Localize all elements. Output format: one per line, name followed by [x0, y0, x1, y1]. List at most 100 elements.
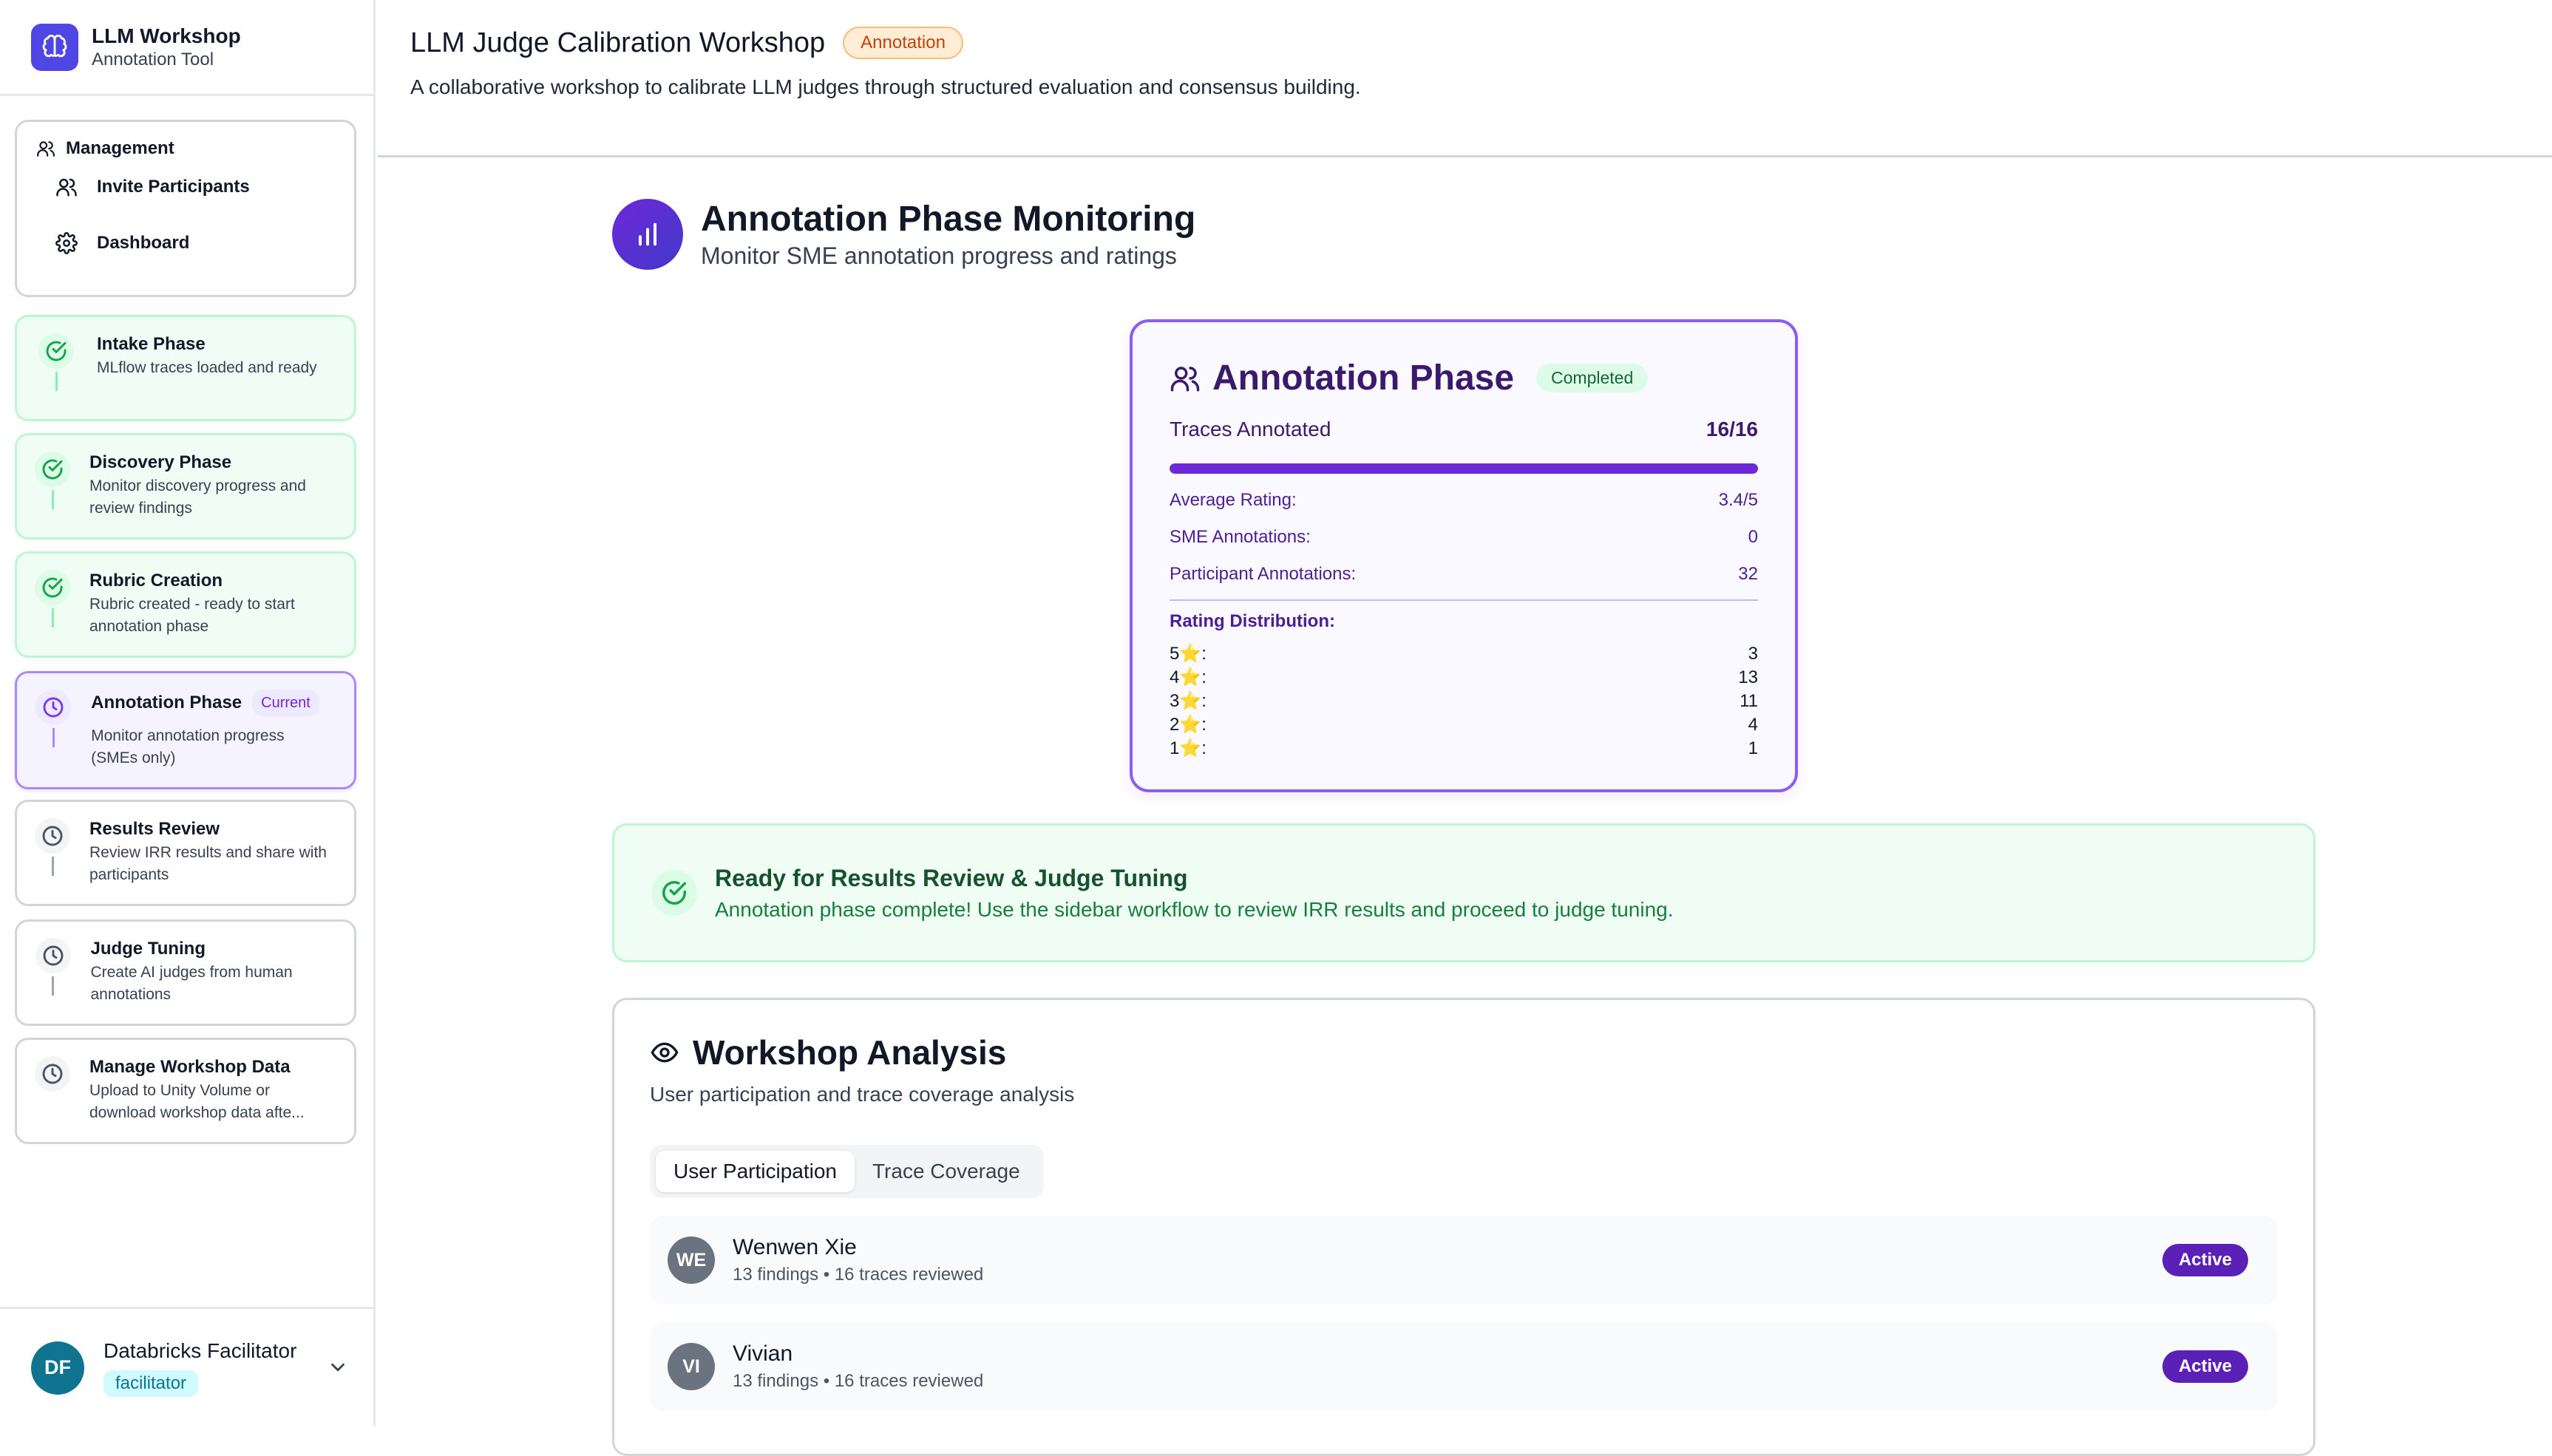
- sme-annotations-row: SME Annotations: 0: [1170, 527, 1758, 548]
- sidebar-item-dashboard[interactable]: Dashboard: [36, 215, 335, 271]
- phase-description: MLflow traces loaded and ready: [97, 359, 317, 376]
- avatar: WE: [668, 1236, 715, 1284]
- check-circle-icon: [38, 333, 74, 369]
- phase-title: Results Review: [89, 819, 220, 839]
- users-icon: [37, 141, 55, 157]
- users-icon: [1170, 366, 1200, 391]
- rating-row: 5⭐: 3: [1170, 642, 1758, 666]
- phase-connector: [55, 372, 58, 391]
- gear-icon: [55, 232, 78, 254]
- average-rating-row: Average Rating: 3.4/5: [1170, 490, 1758, 511]
- phase-connector: [51, 490, 54, 509]
- rating-row: 4⭐: 13: [1170, 666, 1758, 690]
- role-badge: facilitator: [103, 1370, 199, 1397]
- rating-label: 4⭐:: [1170, 667, 1207, 687]
- phase-manage-workshop-data[interactable]: Manage Workshop Data Upload to Unity Vol…: [15, 1038, 356, 1144]
- annotation-card-title: Annotation Phase: [1212, 358, 1515, 398]
- tab-user-participation[interactable]: User Participation: [656, 1151, 855, 1192]
- ready-title: Ready for Results Review & Judge Tuning: [715, 864, 1188, 891]
- status-badge: Completed: [1536, 364, 1649, 392]
- sidebar-item-invite-participants[interactable]: Invite Participants: [36, 159, 335, 215]
- rating-label: 2⭐:: [1170, 715, 1207, 735]
- traces-annotated-label: Traces Annotated: [1170, 418, 1331, 440]
- phase-title: Rubric Creation: [89, 571, 223, 591]
- check-circle-icon: [35, 452, 70, 487]
- phase-judge-tuning[interactable]: Judge Tuning Create AI judges from human…: [15, 919, 356, 1026]
- rating-count: 13: [1738, 667, 1758, 687]
- phase-connector: [52, 976, 55, 996]
- average-rating-value: 3.4/5: [1718, 490, 1758, 510]
- phase-connector: [51, 857, 54, 876]
- phase-description: Rubric created - ready to start annotati…: [89, 596, 295, 635]
- phase-intake[interactable]: Intake Phase MLflow traces loaded and re…: [15, 315, 356, 421]
- avatar: VI: [668, 1343, 715, 1390]
- participant-row[interactable]: VI Vivian 13 findings • 16 traces review…: [650, 1322, 2278, 1411]
- annotation-phase-card: Annotation Phase Completed Traces Annota…: [1130, 319, 1798, 792]
- rating-count: 3: [1748, 644, 1758, 664]
- divider: [1170, 599, 1758, 601]
- ready-banner: Ready for Results Review & Judge Tuning …: [612, 823, 2315, 962]
- status-badge: Active: [2162, 1244, 2248, 1276]
- analysis-title: Workshop Analysis: [693, 1033, 1007, 1072]
- page-subtitle: Monitor SME annotation progress and rati…: [701, 242, 1177, 269]
- participant-name: Wenwen Xie: [733, 1235, 857, 1259]
- clock-icon: [35, 690, 72, 725]
- check-circle-icon: [651, 870, 697, 916]
- phase-discovery[interactable]: Discovery Phase Monitor discovery progre…: [15, 433, 356, 540]
- progress-bar: [1170, 463, 1758, 474]
- rating-count: 4: [1748, 715, 1758, 735]
- sidebar-item-label: Dashboard: [97, 233, 190, 253]
- workshop-description: A collaborative workshop to calibrate LL…: [410, 75, 1361, 98]
- brain-icon: [31, 23, 78, 71]
- clock-icon: [35, 1056, 70, 1092]
- workshop-title: LLM Judge Calibration Workshop: [410, 27, 826, 58]
- tab-trace-coverage[interactable]: Trace Coverage: [855, 1151, 1038, 1192]
- participant-annotations-row: Participant Annotations: 32: [1170, 564, 1758, 585]
- check-circle-icon: [35, 570, 70, 605]
- participant-row[interactable]: WE Wenwen Xie 13 findings • 16 traces re…: [650, 1216, 2278, 1304]
- brand[interactable]: LLM Workshop Annotation Tool: [0, 0, 373, 96]
- phase-results-review[interactable]: Results Review Review IRR results and sh…: [15, 800, 356, 906]
- traces-annotated-value: 16/16: [1706, 418, 1758, 440]
- users-icon: [56, 178, 77, 197]
- avatar: DF: [31, 1341, 84, 1395]
- clock-icon: [35, 938, 71, 973]
- participant-annotations-value: 32: [1738, 564, 1758, 584]
- phase-badge: Annotation: [843, 27, 963, 59]
- phase-description: Upload to Unity Volume or download works…: [89, 1082, 305, 1121]
- traces-annotated-row: Traces Annotated 16/16: [1170, 418, 1758, 441]
- phase-rubric-creation[interactable]: Rubric Creation Rubric created - ready t…: [15, 551, 356, 658]
- brand-title: LLM Workshop: [92, 24, 241, 47]
- user-name: Databricks Facilitator: [103, 1338, 297, 1362]
- phase-connector: [52, 728, 55, 747]
- current-badge: Current: [252, 690, 319, 716]
- phase-description: Monitor discovery progress and review fi…: [89, 477, 306, 517]
- progress-bar-fill: [1170, 463, 1758, 474]
- average-rating-label: Average Rating:: [1170, 490, 1297, 510]
- phase-connector: [51, 608, 54, 627]
- status-badge: Active: [2162, 1350, 2248, 1383]
- management-heading: Management: [36, 138, 335, 159]
- eye-icon: [651, 1042, 679, 1063]
- page-header: LLM Judge Calibration Workshop Annotatio…: [378, 0, 2552, 157]
- phase-title: Intake Phase: [97, 334, 206, 354]
- phase-title: Annotation Phase Current: [91, 690, 335, 716]
- rating-label: 1⭐:: [1170, 738, 1207, 758]
- analysis-subtitle: User participation and trace coverage an…: [650, 1083, 1075, 1106]
- participant-meta: 13 findings • 16 traces reviewed: [733, 1371, 984, 1391]
- page-heading: Annotation Phase Monitoring Monitor SME …: [612, 198, 1195, 271]
- user-menu[interactable]: DF Databricks Facilitator facilitator: [0, 1307, 376, 1426]
- sme-annotations-label: SME Annotations:: [1170, 527, 1311, 547]
- phase-description: Create AI judges from human annotations: [90, 964, 293, 1003]
- phase-annotation[interactable]: Annotation Phase Current Monitor annotat…: [15, 671, 356, 789]
- sidebar: LLM Workshop Annotation Tool Management …: [0, 0, 376, 1426]
- phase-description: Review IRR results and share with partic…: [89, 844, 327, 883]
- chevron-down-icon[interactable]: [327, 1356, 349, 1378]
- rating-row: 2⭐: 4: [1170, 713, 1758, 737]
- sidebar-item-label: Invite Participants: [97, 177, 250, 197]
- phase-title: Discovery Phase: [89, 452, 232, 472]
- bar-chart-icon: [612, 199, 683, 270]
- page-title: Annotation Phase Monitoring: [701, 200, 1196, 239]
- participant-meta: 13 findings • 16 traces reviewed: [733, 1265, 984, 1285]
- participant-name: Vivian: [733, 1341, 793, 1366]
